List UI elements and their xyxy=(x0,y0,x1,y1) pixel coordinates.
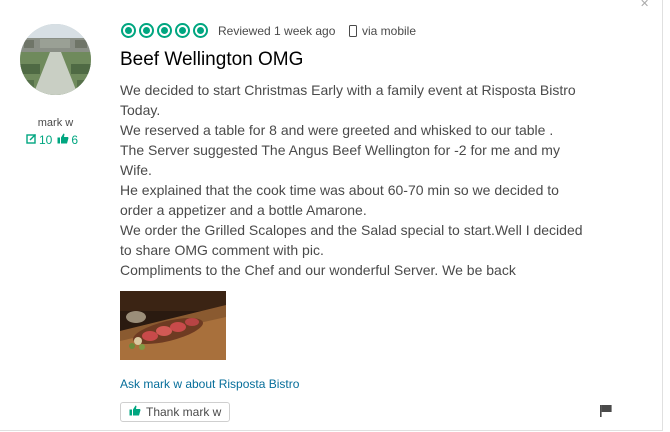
ask-member-link[interactable]: Ask mark w about Risposta Bistro xyxy=(120,377,299,391)
mobile-phone-icon xyxy=(349,25,357,37)
rating-bubble-filled xyxy=(157,23,172,38)
thank-button[interactable]: Thank mark w xyxy=(120,402,231,422)
review-count: 10 xyxy=(39,133,53,147)
close-icon[interactable]: ✕ xyxy=(640,0,650,8)
review-paragraph: We decided to start Christmas Early with… xyxy=(120,82,576,118)
rating-bubble-filled xyxy=(121,23,136,38)
review-photo-thumbnail[interactable] xyxy=(120,291,226,360)
helpful-votes-count: 6 xyxy=(71,133,79,147)
review-date: Reviewed 1 week ago xyxy=(218,24,336,38)
flag-icon[interactable] xyxy=(599,404,613,423)
rating-bubble-filled xyxy=(193,23,208,38)
username[interactable]: mark w xyxy=(20,117,91,129)
review-paragraph: The Server suggested The Angus Beef Well… xyxy=(120,142,560,178)
rating-bubble-filled xyxy=(139,23,154,38)
via-mobile: via mobile xyxy=(349,24,416,38)
thumbs-up-icon xyxy=(129,405,141,419)
thumbs-up-icon xyxy=(57,133,69,147)
via-mobile-label: via mobile xyxy=(362,24,417,38)
review-paragraph: We order the Grilled Scalopes and the Sa… xyxy=(120,222,583,258)
bubble-rating xyxy=(121,23,211,38)
member-stats: 10 6 xyxy=(26,133,83,147)
review-paragraph: We reserved a table for 8 and were greet… xyxy=(120,122,554,138)
review-paragraph: He explained that the cook time was abou… xyxy=(120,182,559,218)
review-count-icon xyxy=(26,133,37,147)
avatar[interactable] xyxy=(20,24,91,95)
review-paragraph: Compliments to the Chef and our wonderfu… xyxy=(120,262,516,278)
thank-button-label: Thank mark w xyxy=(146,405,222,419)
rating-bubble-filled xyxy=(175,23,190,38)
review-body: We decided to start Christmas Early with… xyxy=(120,80,590,280)
review-title[interactable]: Beef Wellington OMG xyxy=(120,49,303,71)
